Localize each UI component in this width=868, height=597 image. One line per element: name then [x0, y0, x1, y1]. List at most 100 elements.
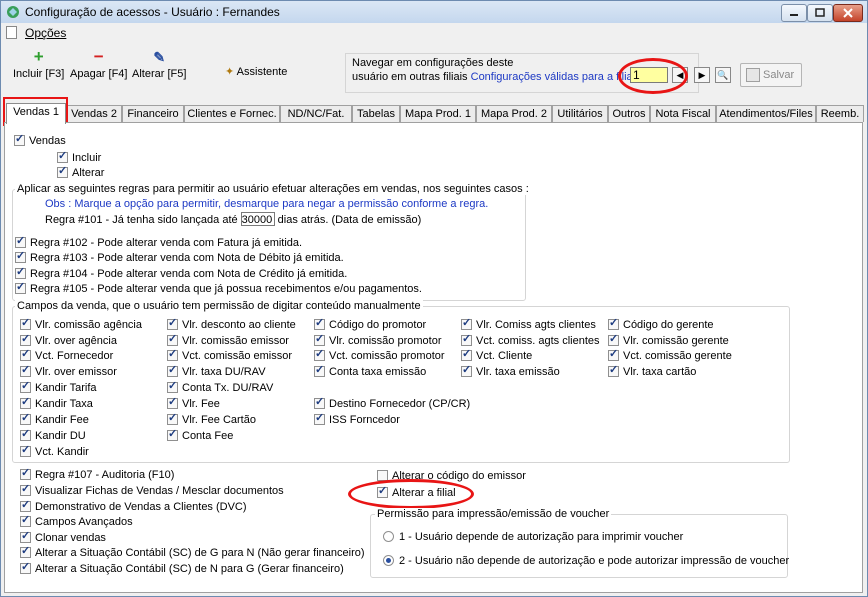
check-icon: [20, 545, 31, 558]
check-icon: [167, 333, 178, 346]
rule-101-days-input[interactable]: 30000: [240, 212, 275, 226]
visualizar-fichas-checkbox[interactable]: Visualizar Fichas de Vendas / Mesclar do…: [20, 483, 284, 498]
alterar-button[interactable]: ✎ Alterar [F5]: [132, 49, 186, 80]
campo-vlr-fee-cartao[interactable]: Vlr. Fee Cartão: [167, 412, 256, 427]
tab-nota-fiscal[interactable]: Nota Fiscal: [650, 105, 716, 122]
vendas-incluir-checkbox[interactable]: Incluir: [57, 150, 101, 165]
incluir-label: Incluir [F3]: [13, 68, 65, 80]
voucher-option-1[interactable]: 1 - Usuário depende de autorização para …: [383, 531, 683, 543]
right-arrow-icon: ▶: [698, 70, 706, 80]
minimize-button[interactable]: [781, 4, 807, 22]
menu-bar: Opções: [1, 23, 867, 43]
campo-vlr-over-emissor[interactable]: Vlr. over emissor: [20, 364, 117, 379]
rule-104-checkbox[interactable]: Regra #104 - Pode alterar venda com Nota…: [15, 266, 347, 281]
campo-iss-fornecedor[interactable]: ISS Forncedor: [314, 412, 400, 427]
campo-vlr-taxa-du-rav[interactable]: Vlr. taxa DU/RAV: [167, 364, 266, 379]
campo-kandir-tarifa[interactable]: Kandir Tarifa: [20, 380, 97, 395]
tab-reemb[interactable]: Reemb.: [816, 105, 864, 122]
campo-destino-fornecedor[interactable]: Destino Fornecedor (CP/CR): [314, 396, 470, 411]
check-icon: [608, 348, 619, 361]
tab-clientes-fornec[interactable]: Clientes e Fornec.: [184, 105, 280, 122]
assistente-button[interactable]: ✦ Assistente: [225, 65, 287, 78]
campo-vlr-fee[interactable]: Vlr. Fee: [167, 396, 220, 411]
campos-title: Campos da venda, que o usuário tem permi…: [15, 300, 423, 312]
campo-vlr-taxa-emissao[interactable]: Vlr. taxa emissão: [461, 364, 560, 379]
close-button[interactable]: [833, 4, 863, 22]
highlight-ellipse-alterar-filial: [348, 479, 474, 509]
campo-conta-taxa-emissao[interactable]: Conta taxa emissão: [314, 364, 426, 379]
check-icon: [314, 412, 325, 425]
campo-vlr-taxa-cartao[interactable]: Vlr. taxa cartão: [608, 364, 696, 379]
tab-mapa-prod-1[interactable]: Mapa Prod. 1: [400, 105, 476, 122]
assistente-label: Assistente: [236, 66, 288, 78]
campo-vlr-comissao-gerente[interactable]: Vlr. comissão gerente: [608, 333, 729, 348]
check-icon: [15, 235, 26, 248]
check-icon: [20, 514, 31, 527]
incluir-button[interactable]: + Incluir [F3]: [13, 47, 65, 80]
document-icon: [6, 26, 17, 39]
tab-vendas-2[interactable]: Vendas 2: [66, 105, 122, 122]
tab-nd-nc-fat[interactable]: ND/NC/Fat.: [280, 105, 352, 122]
campo-vct-comissao-promotor[interactable]: Vct. comissão promotor: [314, 348, 445, 363]
campo-vct-comissao-emissor[interactable]: Vct. comissão emissor: [167, 348, 292, 363]
search-button[interactable]: 🔍: [715, 67, 731, 83]
campo-codigo-promotor[interactable]: Código do promotor: [314, 317, 426, 332]
campo-codigo-gerente[interactable]: Código do gerente: [608, 317, 714, 332]
tab-outros[interactable]: Outros: [608, 105, 650, 122]
campo-vlr-comissao-agencia[interactable]: Vlr. comissão agência: [20, 317, 142, 332]
campo-conta-tx-du-rav[interactable]: Conta Tx. DU/RAV: [167, 380, 273, 395]
campos-avancados-checkbox[interactable]: Campos Avançados: [20, 514, 133, 529]
clonar-vendas-checkbox[interactable]: Clonar vendas: [20, 530, 106, 545]
campo-vlr-comissao-promotor[interactable]: Vlr. comissão promotor: [314, 333, 441, 348]
maximize-button[interactable]: [807, 4, 833, 22]
plus-icon: +: [33, 47, 44, 66]
tab-tabelas[interactable]: Tabelas: [352, 105, 400, 122]
campo-vct-comiss-agts-clientes[interactable]: Vct. comiss. agts clientes: [461, 333, 600, 348]
campo-vlr-comiss-agts-clientes[interactable]: Vlr. Comiss agts clientes: [461, 317, 596, 332]
next-button[interactable]: ▶: [694, 67, 710, 83]
check-icon: [14, 133, 25, 146]
regra-107-checkbox[interactable]: Regra #107 - Auditoria (F10): [20, 467, 174, 482]
salvar-button[interactable]: Salvar: [740, 63, 802, 87]
check-icon: [167, 428, 178, 441]
vendas-checkbox[interactable]: Vendas: [14, 133, 66, 148]
rule-103-checkbox[interactable]: Regra #103 - Pode alterar venda com Nota…: [15, 250, 344, 265]
rule-105-checkbox[interactable]: Regra #105 - Pode alterar venda que já p…: [15, 281, 422, 296]
campo-kandir-taxa[interactable]: Kandir Taxa: [20, 396, 93, 411]
tab-mapa-prod-2[interactable]: Mapa Prod. 2: [476, 105, 552, 122]
tab-financeiro[interactable]: Financeiro: [122, 105, 184, 122]
sc-g-para-n-checkbox[interactable]: Alterar a Situação Contábil (SC) de G pa…: [20, 545, 365, 560]
campo-vct-kandir[interactable]: Vct. Kandir: [20, 444, 89, 459]
nav-prefix: usuário em outras filiais: [352, 71, 468, 83]
campo-vct-fornecedor[interactable]: Vct. Fornecedor: [20, 348, 113, 363]
demonstrativo-dvc-checkbox[interactable]: Demonstrativo de Vendas a Clientes (DVC): [20, 499, 247, 514]
magic-wand-icon: ✦: [225, 66, 235, 78]
rules-obs: Obs : Marque a opção para permitir, desm…: [45, 198, 489, 210]
apagar-button[interactable]: − Apagar [F4]: [70, 48, 127, 80]
vendas-alterar-checkbox[interactable]: Alterar: [57, 165, 104, 180]
campo-vct-cliente[interactable]: Vct. Cliente: [461, 348, 532, 363]
voucher-option-2[interactable]: 2 - Usuário não depende de autorização e…: [383, 555, 789, 567]
menu-opcoes[interactable]: Opções: [25, 26, 66, 40]
campo-conta-fee[interactable]: Conta Fee: [167, 428, 233, 443]
tab-atendimentos-files[interactable]: Atendimentos/Files: [716, 105, 816, 122]
campo-vlr-desconto-cliente[interactable]: Vlr. desconto ao cliente: [167, 317, 296, 332]
check-icon: [608, 333, 619, 346]
tab-utilitarios[interactable]: Utilitários: [552, 105, 608, 122]
rule-102-checkbox[interactable]: Regra #102 - Pode alterar venda com Fatu…: [15, 235, 302, 250]
campo-vlr-over-agencia[interactable]: Vlr. over agência: [20, 333, 117, 348]
alterar-label: Alterar [F5]: [132, 68, 187, 80]
campo-vct-comissao-gerente[interactable]: Vct. comissão gerente: [608, 348, 732, 363]
check-icon: [167, 348, 178, 361]
campo-kandir-du[interactable]: Kandir DU: [20, 428, 86, 443]
rules-title: Aplicar as seguintes regras para permiti…: [15, 183, 531, 195]
campo-vlr-comissao-emissor[interactable]: Vlr. comissão emissor: [167, 333, 289, 348]
check-icon: [461, 364, 472, 377]
campo-kandir-fee[interactable]: Kandir Fee: [20, 412, 89, 427]
highlight-ellipse-filial: [618, 58, 688, 94]
rules-group: Aplicar as seguintes regras para permiti…: [12, 183, 531, 301]
voucher-title: Permissão para impressão/emissão de vouc…: [375, 508, 612, 520]
check-icon: [20, 467, 31, 480]
sc-n-para-g-checkbox[interactable]: Alterar a Situação Contábil (SC) de N pa…: [20, 561, 344, 576]
tab-vendas-1[interactable]: Vendas 1: [6, 103, 66, 124]
